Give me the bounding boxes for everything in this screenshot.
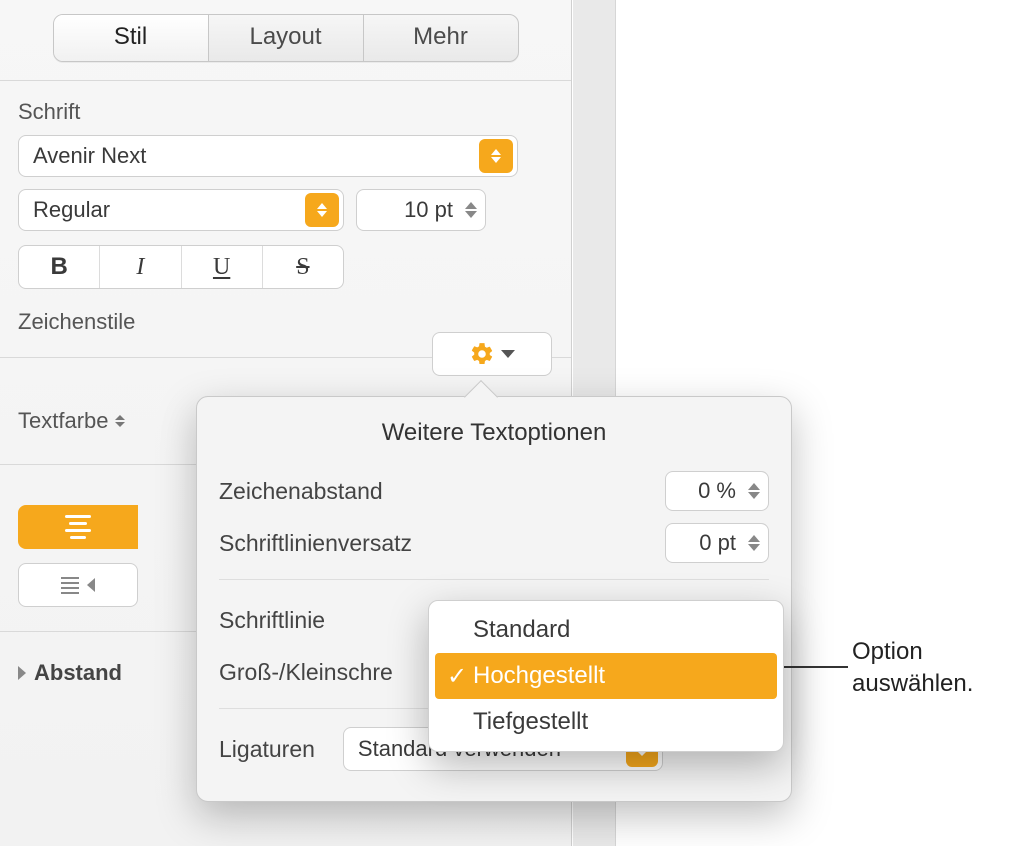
strikethrough-button[interactable]: S — [263, 246, 343, 288]
callout-line — [780, 666, 848, 668]
character-spacing-field[interactable]: 0 % — [665, 471, 769, 511]
callout-text: Option auswählen. — [852, 636, 973, 701]
baseline-shift-label: Schriftlinienversatz — [219, 530, 412, 557]
font-size-stepper[interactable] — [459, 202, 483, 218]
chevron-up-icon[interactable] — [748, 535, 760, 542]
chevron-down-icon[interactable] — [465, 211, 477, 218]
bold-button[interactable]: B — [19, 246, 100, 288]
capitalization-label: Groß-/Kleinschre — [219, 659, 393, 686]
italic-button[interactable]: I — [100, 246, 181, 288]
chevron-up-icon[interactable] — [748, 483, 760, 490]
menu-item-superscript[interactable]: Hochgestellt — [435, 653, 777, 699]
spacing-label: Abstand — [34, 660, 122, 686]
font-size-value: 10 pt — [373, 197, 459, 223]
font-family-dropdown[interactable]: Avenir Next — [18, 135, 518, 177]
align-center-button[interactable] — [18, 505, 138, 549]
chevron-down-icon[interactable] — [748, 544, 760, 551]
tab-style[interactable]: Stil — [54, 15, 209, 61]
chevron-down-icon — [501, 350, 515, 358]
align-center-icon — [65, 515, 91, 539]
character-spacing-stepper[interactable] — [742, 483, 766, 499]
baseline-style-label: Schriftlinie — [219, 607, 325, 634]
gear-icon — [469, 341, 495, 367]
text-color-label: Textfarbe — [18, 408, 109, 434]
chevron-down-icon[interactable] — [748, 492, 760, 499]
updown-icon — [115, 415, 125, 427]
callout-line1: Option — [852, 636, 973, 668]
font-section-label: Schrift — [18, 99, 553, 125]
disclosure-triangle-icon — [18, 666, 26, 680]
popover-title: Weitere Textoptionen — [219, 419, 769, 447]
callout-line2: auswählen. — [852, 668, 973, 700]
character-spacing-row: Zeichenabstand 0 % — [219, 465, 769, 517]
baseline-shift-row: Schriftlinienversatz 0 pt — [219, 517, 769, 569]
divider — [0, 80, 571, 81]
baseline-shift-stepper[interactable] — [742, 535, 766, 551]
baseline-shift-value: 0 pt — [672, 530, 742, 556]
dropdown-arrow-icon — [479, 139, 513, 173]
tab-layout[interactable]: Layout — [209, 15, 364, 61]
divider — [219, 579, 769, 580]
more-text-options-button[interactable] — [432, 332, 552, 376]
underline-button[interactable]: U — [182, 246, 263, 288]
decrease-indent-button[interactable] — [18, 563, 138, 607]
format-segmented-control: Stil Layout Mehr — [53, 14, 519, 62]
lines-icon — [61, 577, 79, 594]
chevron-up-icon[interactable] — [465, 202, 477, 209]
ligatures-label: Ligaturen — [219, 736, 315, 763]
dropdown-arrow-icon — [305, 193, 339, 227]
text-style-buttons: B I U S — [18, 245, 344, 289]
baseline-shift-field[interactable]: 0 pt — [665, 523, 769, 563]
tab-more[interactable]: Mehr — [364, 15, 518, 61]
font-weight-dropdown[interactable]: Regular — [18, 189, 344, 231]
baseline-style-menu: Standard Hochgestellt Tiefgestellt — [428, 600, 784, 752]
text-color-control[interactable]: Textfarbe — [18, 408, 125, 434]
font-size-field[interactable]: 10 pt — [356, 189, 486, 231]
character-spacing-label: Zeichenabstand — [219, 478, 383, 505]
menu-item-standard[interactable]: Standard — [429, 607, 783, 653]
triangle-left-icon — [87, 578, 95, 592]
font-family-value: Avenir Next — [33, 143, 146, 169]
font-weight-value: Regular — [33, 197, 110, 223]
character-spacing-value: 0 % — [672, 478, 742, 504]
menu-item-subscript[interactable]: Tiefgestellt — [429, 699, 783, 745]
